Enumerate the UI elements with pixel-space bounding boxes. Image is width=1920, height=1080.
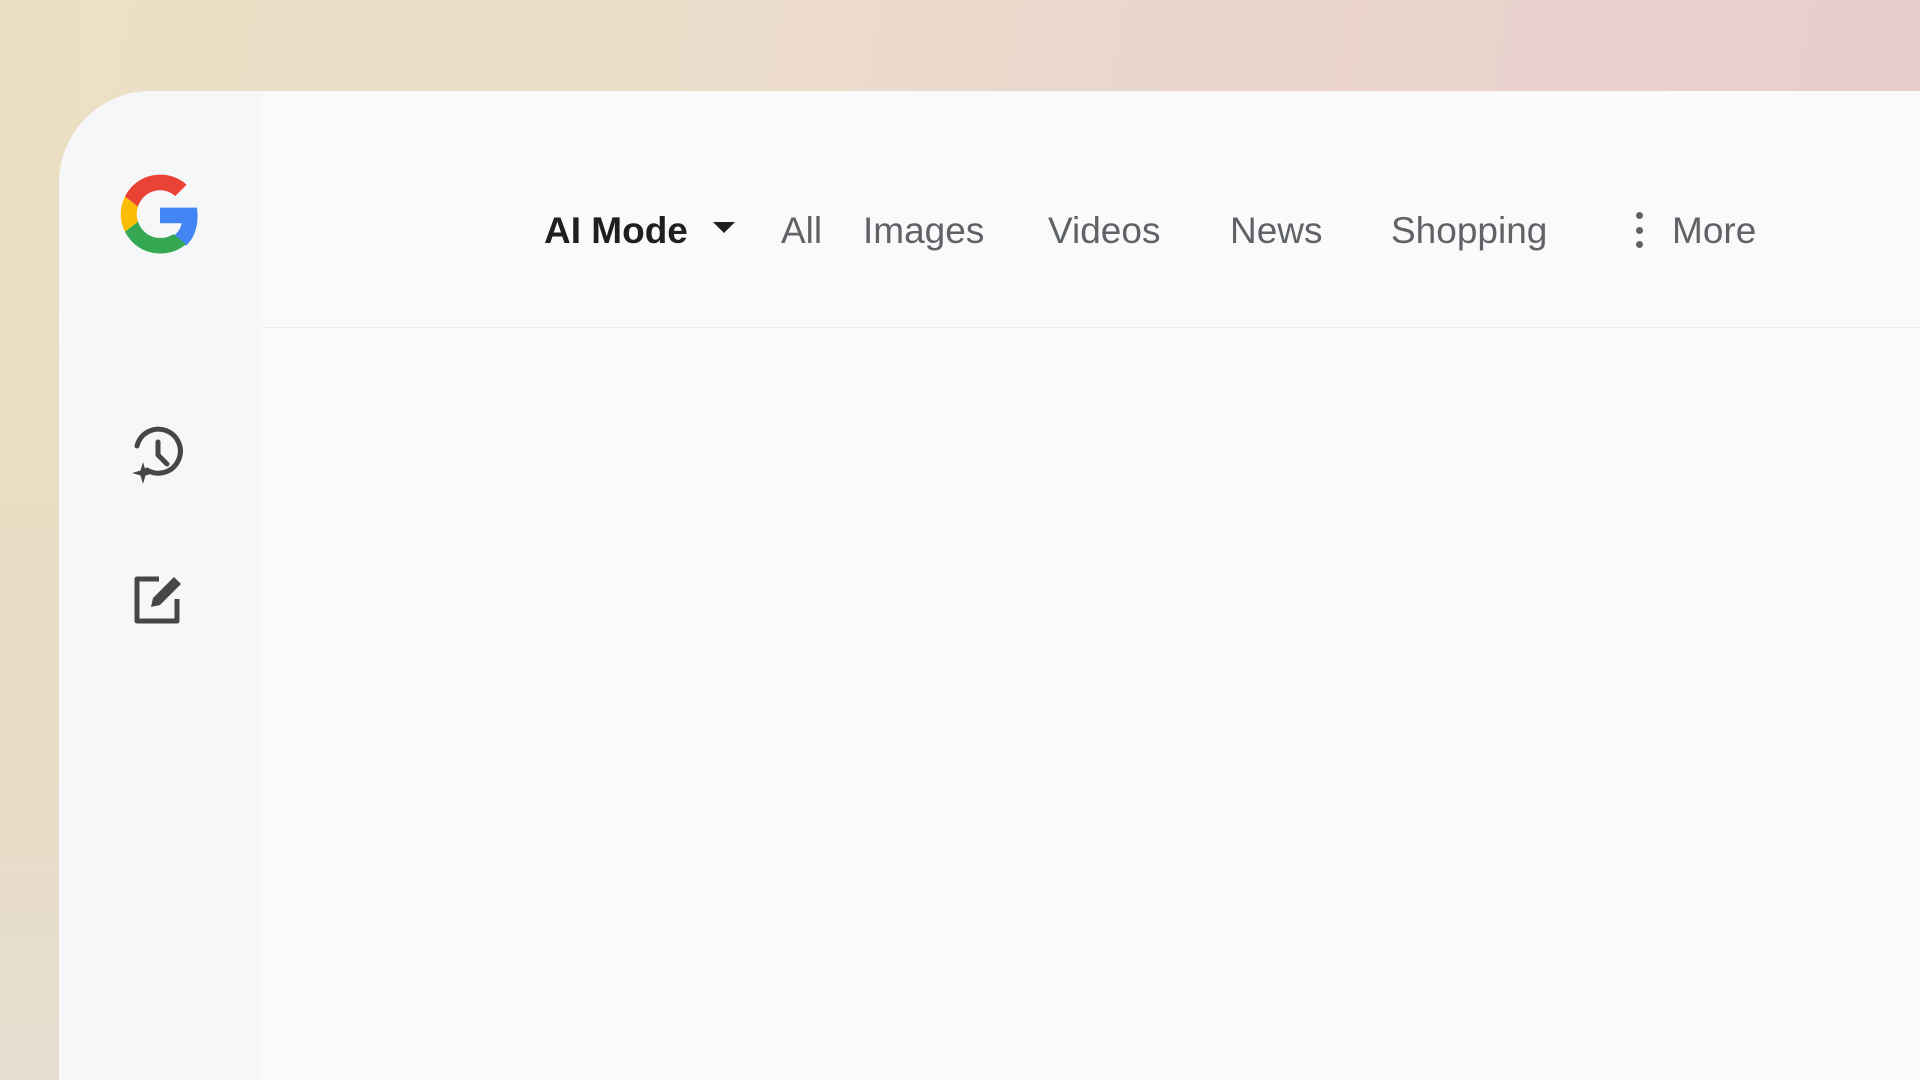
tab-shopping[interactable]: Shopping: [1391, 205, 1547, 257]
google-logo[interactable]: [116, 171, 204, 259]
tab-images[interactable]: Images: [863, 205, 984, 257]
tab-more[interactable]: More: [1672, 205, 1756, 257]
google-g-icon: [120, 174, 198, 254]
new-chat-button[interactable]: [121, 563, 193, 635]
more-vert-icon[interactable]: [1634, 212, 1644, 248]
search-tabs-bar: AI Mode All Images Videos News Shopping …: [262, 91, 1920, 328]
chevron-down-icon[interactable]: [713, 222, 735, 233]
history-sparkle-icon: [132, 426, 183, 484]
tab-all[interactable]: All: [781, 205, 822, 257]
app-window: AI Mode All Images Videos News Shopping …: [59, 91, 1920, 1080]
sidebar: [59, 91, 262, 1080]
tab-videos[interactable]: Videos: [1048, 205, 1160, 257]
new-chat-edit-icon: [134, 576, 181, 624]
main-area: AI Mode All Images Videos News Shopping …: [262, 91, 1920, 1080]
history-button[interactable]: [121, 420, 193, 492]
tab-news[interactable]: News: [1230, 205, 1323, 257]
tab-ai-mode[interactable]: AI Mode: [544, 205, 688, 257]
